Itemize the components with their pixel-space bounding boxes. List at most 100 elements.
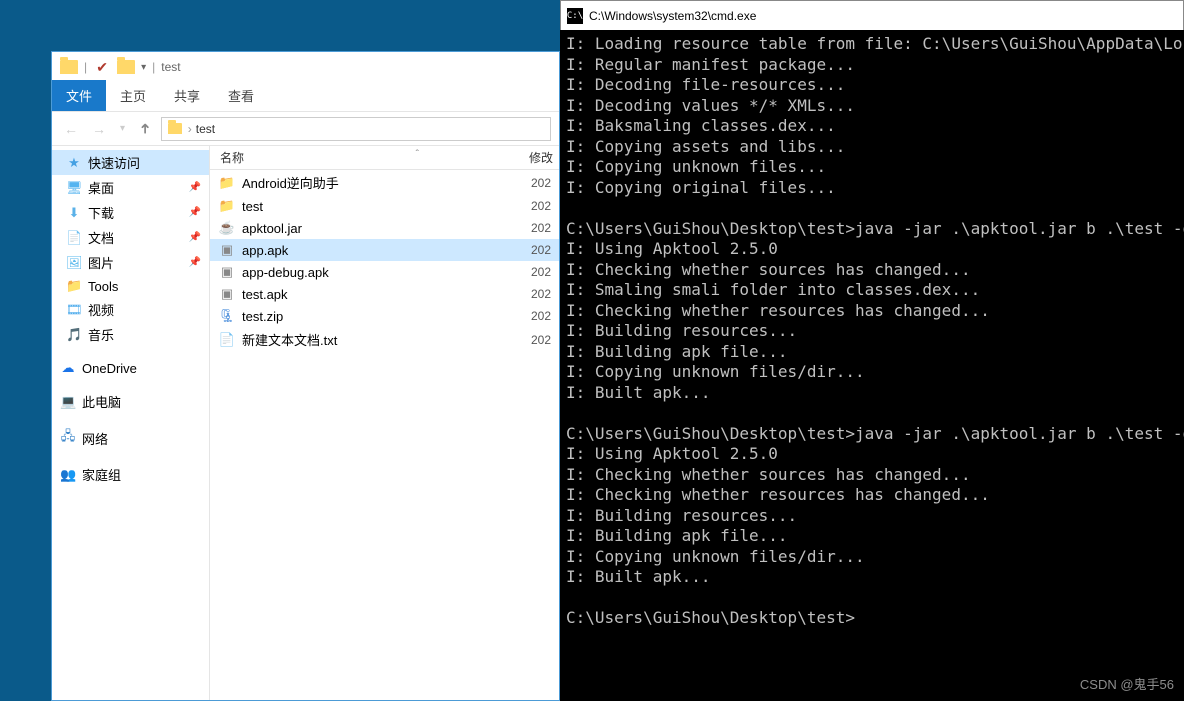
apk-icon: ▣: [218, 242, 236, 258]
separator: |: [152, 60, 155, 74]
pin-icon: 📌: [189, 232, 201, 243]
cmd-line: I: Copying assets and libs...: [566, 137, 1178, 158]
sidebar-downloads[interactable]: ⬇ 下载 📌: [52, 200, 209, 225]
cmd-line: I: Building apk file...: [566, 526, 1178, 547]
cmd-line: I: Building apk file...: [566, 342, 1178, 363]
file-date: 202: [521, 287, 551, 301]
pictures-icon: 🖼: [66, 255, 82, 271]
cmd-line: I: Building resources...: [566, 506, 1178, 527]
file-name: test: [242, 199, 515, 214]
sidebar-network[interactable]: 🖧 网络: [52, 424, 209, 452]
up-button[interactable]: ➜: [135, 116, 155, 141]
file-row[interactable]: ☕ apktool.jar 202: [210, 217, 559, 239]
sidebar-quick-access[interactable]: ★ 快速访问: [52, 150, 209, 175]
tab-home[interactable]: 主页: [106, 80, 160, 111]
file-date: 202: [521, 243, 551, 257]
folder-icon: [60, 60, 78, 74]
cmd-line: [566, 403, 1178, 424]
separator: |: [84, 60, 87, 74]
file-name: Android逆向助手: [242, 173, 515, 192]
cmd-line: I: Checking whether resources has change…: [566, 301, 1178, 322]
cmd-line: I: Baksmaling classes.dex...: [566, 116, 1178, 137]
check-icon[interactable]: ✔: [93, 59, 111, 76]
cmd-line: C:\Users\GuiShou\Desktop\test>: [566, 608, 1178, 629]
file-date: 202: [521, 265, 551, 279]
folder-icon: 📁: [66, 278, 82, 294]
file-row[interactable]: ▣app-debug.apk202: [210, 261, 559, 283]
file-row[interactable]: 📁 test 202: [210, 195, 559, 217]
cmd-line: I: Copying original files...: [566, 178, 1178, 199]
watermark: CSDN @鬼手56: [1080, 674, 1174, 693]
folder-icon: 📁: [218, 198, 236, 214]
sidebar-item-label: 家庭组: [82, 465, 121, 484]
sidebar-videos[interactable]: 🎞 视频: [52, 297, 209, 322]
file-row[interactable]: 📄新建文本文档.txt202: [210, 327, 559, 352]
sidebar-tools[interactable]: 📁 Tools: [52, 275, 209, 297]
cmd-line: I: Checking whether resources has change…: [566, 485, 1178, 506]
tab-share[interactable]: 共享: [160, 80, 214, 111]
sidebar-pictures[interactable]: 🖼 图片 📌: [52, 250, 209, 275]
dropdown-icon[interactable]: ▾: [141, 62, 146, 73]
cmd-line: I: Copying unknown files/dir...: [566, 362, 1178, 383]
history-dropdown[interactable]: ▾: [116, 119, 129, 138]
jar-icon: ☕: [218, 220, 236, 236]
window-title: test: [161, 60, 180, 74]
document-icon: 📄: [66, 230, 82, 246]
file-name: test.apk: [242, 287, 515, 302]
pin-icon: 📌: [189, 207, 201, 218]
star-icon: ★: [66, 155, 82, 171]
file-row[interactable]: ▣ app.apk 202: [210, 239, 559, 261]
cmd-window: C:\ C:\Windows\system32\cmd.exe I: Loadi…: [560, 0, 1184, 701]
sidebar-item-label: 音乐: [88, 325, 114, 344]
file-name: apktool.jar: [242, 221, 515, 236]
sidebar-item-label: 文档: [88, 228, 114, 247]
sidebar-desktop[interactable]: 🖥 桌面 📌: [52, 175, 209, 200]
tab-view[interactable]: 查看: [214, 80, 268, 111]
file-name: app.apk: [242, 243, 515, 258]
pin-icon: 📌: [189, 182, 201, 193]
sidebar: ★ 快速访问 🖥 桌面 📌 ⬇ 下载 📌 📄 文档 📌: [52, 146, 210, 700]
homegroup-icon: 👥: [60, 467, 76, 483]
cmd-line: I: Copying unknown files/dir...: [566, 547, 1178, 568]
cmd-line: I: Using Apktool 2.5.0: [566, 444, 1178, 465]
file-row[interactable]: 📁Android逆向助手202: [210, 170, 559, 195]
sidebar-onedrive[interactable]: ☁ OneDrive: [52, 357, 209, 379]
file-date: 202: [521, 199, 551, 213]
sidebar-music[interactable]: 🎵 音乐: [52, 322, 209, 347]
video-icon: 🎞: [66, 302, 82, 318]
apk-icon: ▣: [218, 286, 236, 302]
cmd-line: I: Loading resource table from file: C:\…: [566, 34, 1178, 55]
chevron-right-icon: ›: [188, 122, 192, 136]
sidebar-documents[interactable]: 📄 文档 📌: [52, 225, 209, 250]
cmd-line: I: Built apk...: [566, 567, 1178, 588]
address-input[interactable]: › test: [161, 117, 551, 141]
music-icon: 🎵: [66, 327, 82, 343]
forward-button[interactable]: →: [88, 117, 110, 141]
back-button[interactable]: ←: [60, 117, 82, 141]
cmd-icon: C:\: [567, 8, 583, 24]
file-name: test.zip: [242, 309, 515, 324]
zip-icon: 🗜: [218, 308, 236, 324]
cmd-line: I: Decoding file-resources...: [566, 75, 1178, 96]
sidebar-homegroup[interactable]: 👥 家庭组: [52, 462, 209, 487]
sidebar-this-pc[interactable]: 💻 此电脑: [52, 389, 209, 414]
cmd-line: I: Checking whether sources has changed.…: [566, 465, 1178, 486]
network-icon: 🖧: [60, 427, 76, 449]
file-date: 202: [521, 333, 551, 347]
breadcrumb-item[interactable]: test: [196, 122, 215, 136]
sidebar-item-label: OneDrive: [82, 361, 137, 376]
file-row[interactable]: 🗜test.zip202: [210, 305, 559, 327]
cmd-line: I: Smaling smali folder into classes.dex…: [566, 280, 1178, 301]
sidebar-item-label: 此电脑: [82, 392, 121, 411]
file-name: app-debug.apk: [242, 265, 515, 280]
file-row[interactable]: ▣ test.apk 202: [210, 283, 559, 305]
folder-icon: [166, 123, 184, 134]
file-name: 新建文本文档.txt: [242, 330, 515, 349]
column-date[interactable]: 修改: [529, 149, 559, 166]
sort-icon: ˆ: [416, 149, 429, 160]
column-name[interactable]: 名称 ˆ: [210, 149, 529, 166]
cmd-output[interactable]: I: Loading resource table from file: C:\…: [560, 30, 1184, 701]
file-date: 202: [521, 221, 551, 235]
address-bar: ← → ▾ ➜ › test: [52, 112, 559, 146]
tab-file[interactable]: 文件: [52, 80, 106, 111]
